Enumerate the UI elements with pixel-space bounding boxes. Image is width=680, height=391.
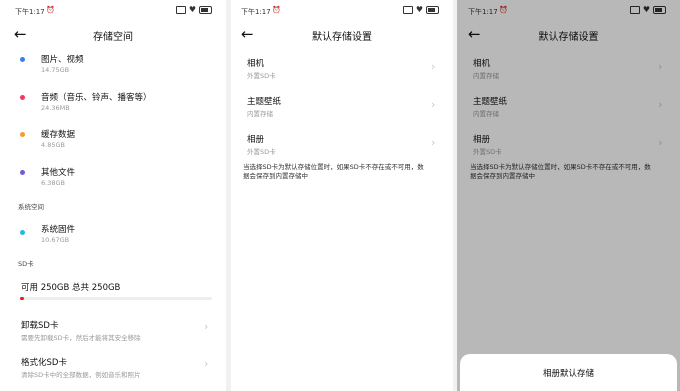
format-sd-button[interactable]: 格式化SD卡 清除SD卡中的全部数据，例如音乐和照片 ›	[0, 355, 226, 381]
setting-value: 外置SD卡	[247, 72, 276, 80]
status-bar: 下午1:17 ⏰ ♥	[0, 4, 226, 18]
sd-usage-fill	[20, 297, 24, 300]
setting-label: 相册	[247, 135, 265, 145]
chevron-right-icon: ›	[204, 320, 209, 333]
format-desc: 清除SD卡中的全部数据，例如音乐和照片	[21, 371, 141, 379]
screenshot-collage: 下午1:17 ⏰ ♥ ← 存储空间 图片、视频 14.75GB 音频（音乐、铃声…	[0, 0, 680, 391]
default-storage-screen: 下午1:17 ⏰ ♥ ← 默认存储设置 相机 外置SD卡 › 主题壁纸 内置存储…	[231, 0, 453, 391]
vibrate-icon	[175, 6, 186, 14]
category-audio[interactable]: 音频（音乐、铃声、播客等） 24.36MB	[0, 90, 226, 116]
unmount-label: 卸载SD卡	[21, 321, 59, 331]
category-size: 10.67GB	[41, 236, 70, 244]
category-label: 缓存数据	[41, 130, 76, 140]
alarm-clock-icon: ⏰	[272, 6, 281, 14]
category-size: 6.38GB	[41, 179, 65, 187]
storage-note-line: 据会保存到内置存储中	[243, 172, 308, 180]
sd-capacity: 可用 250GB 总共 250GB	[21, 283, 121, 293]
setting-label: 相机	[247, 59, 265, 69]
category-images[interactable]: 图片、视频 14.75GB	[0, 52, 226, 78]
page-title: 存储空间	[93, 32, 133, 43]
category-dot	[20, 95, 25, 100]
header: ← 默认存储设置	[231, 24, 453, 46]
category-label: 其他文件	[41, 168, 76, 178]
vibrate-icon	[402, 6, 413, 14]
sheet-title: 相册默认存储	[542, 369, 594, 379]
category-dot	[20, 230, 25, 235]
category-size: 14.75GB	[41, 66, 70, 74]
battery-icon	[199, 6, 212, 14]
category-size: 24.36MB	[41, 104, 70, 112]
storage-note: 当选择SD卡为默认存储位置时，如果SD卡不存在或不可用，数 据会保存到内置存储中	[243, 163, 424, 181]
format-label: 格式化SD卡	[21, 358, 67, 368]
status-time: 下午1:17	[241, 8, 271, 16]
system-section-title: 系统空间	[18, 203, 44, 211]
alarm-clock-icon: ⏰	[46, 6, 55, 14]
unmount-desc: 需要先卸载SD卡，然后才能将其安全移除	[21, 334, 141, 342]
setting-camera[interactable]: 相机 外置SD卡 ›	[231, 56, 453, 82]
category-size: 4.85GB	[41, 141, 65, 149]
sd-usage-bar	[20, 297, 212, 300]
setting-label: 主题壁纸	[247, 97, 282, 107]
wifi-icon: ♥	[415, 5, 423, 14]
setting-theme-wallpaper[interactable]: 主题壁纸 内置存储 ›	[231, 94, 453, 120]
battery-icon	[426, 6, 439, 14]
status-bar: 下午1:17 ⏰ ♥	[231, 4, 453, 18]
storage-note-line: 当选择SD卡为默认存储位置时，如果SD卡不存在或不可用，数	[243, 163, 424, 171]
storage-screen: 下午1:17 ⏰ ♥ ← 存储空间 图片、视频 14.75GB 音频（音乐、铃声…	[0, 0, 226, 391]
category-label: 图片、视频	[41, 55, 84, 65]
category-label: 音频（音乐、铃声、播客等）	[41, 93, 152, 103]
sd-section-title: SD卡	[18, 260, 34, 268]
category-dot	[20, 57, 25, 62]
chevron-right-icon: ›	[204, 357, 209, 370]
bottom-sheet: 相册默认存储	[460, 354, 677, 391]
chevron-right-icon: ›	[431, 98, 436, 111]
header: ← 存储空间	[0, 24, 226, 46]
system-firmware[interactable]: 系统固件 10.67GB	[0, 222, 226, 248]
setting-value: 内置存储	[247, 110, 273, 118]
wifi-icon: ♥	[188, 5, 196, 14]
dim-overlay[interactable]	[457, 0, 680, 391]
category-other[interactable]: 其他文件 6.38GB	[0, 165, 226, 191]
category-dot	[20, 132, 25, 137]
chevron-right-icon: ›	[431, 136, 436, 149]
category-cache[interactable]: 缓存数据 4.85GB	[0, 127, 226, 153]
category-dot	[20, 170, 25, 175]
chevron-right-icon: ›	[431, 60, 436, 73]
setting-value: 外置SD卡	[247, 148, 276, 156]
category-label: 系统固件	[41, 225, 76, 235]
setting-gallery[interactable]: 相册 外置SD卡 ›	[231, 132, 453, 158]
default-storage-dialog-screen: 下午1:17 ⏰ ♥ ← 默认存储设置 相机 内置存储 › 主题壁纸 内置存储 …	[457, 0, 680, 391]
page-title: 默认存储设置	[312, 32, 372, 43]
unmount-sd-button[interactable]: 卸载SD卡 需要先卸载SD卡，然后才能将其安全移除 ›	[0, 318, 226, 344]
status-time: 下午1:17	[15, 8, 45, 16]
